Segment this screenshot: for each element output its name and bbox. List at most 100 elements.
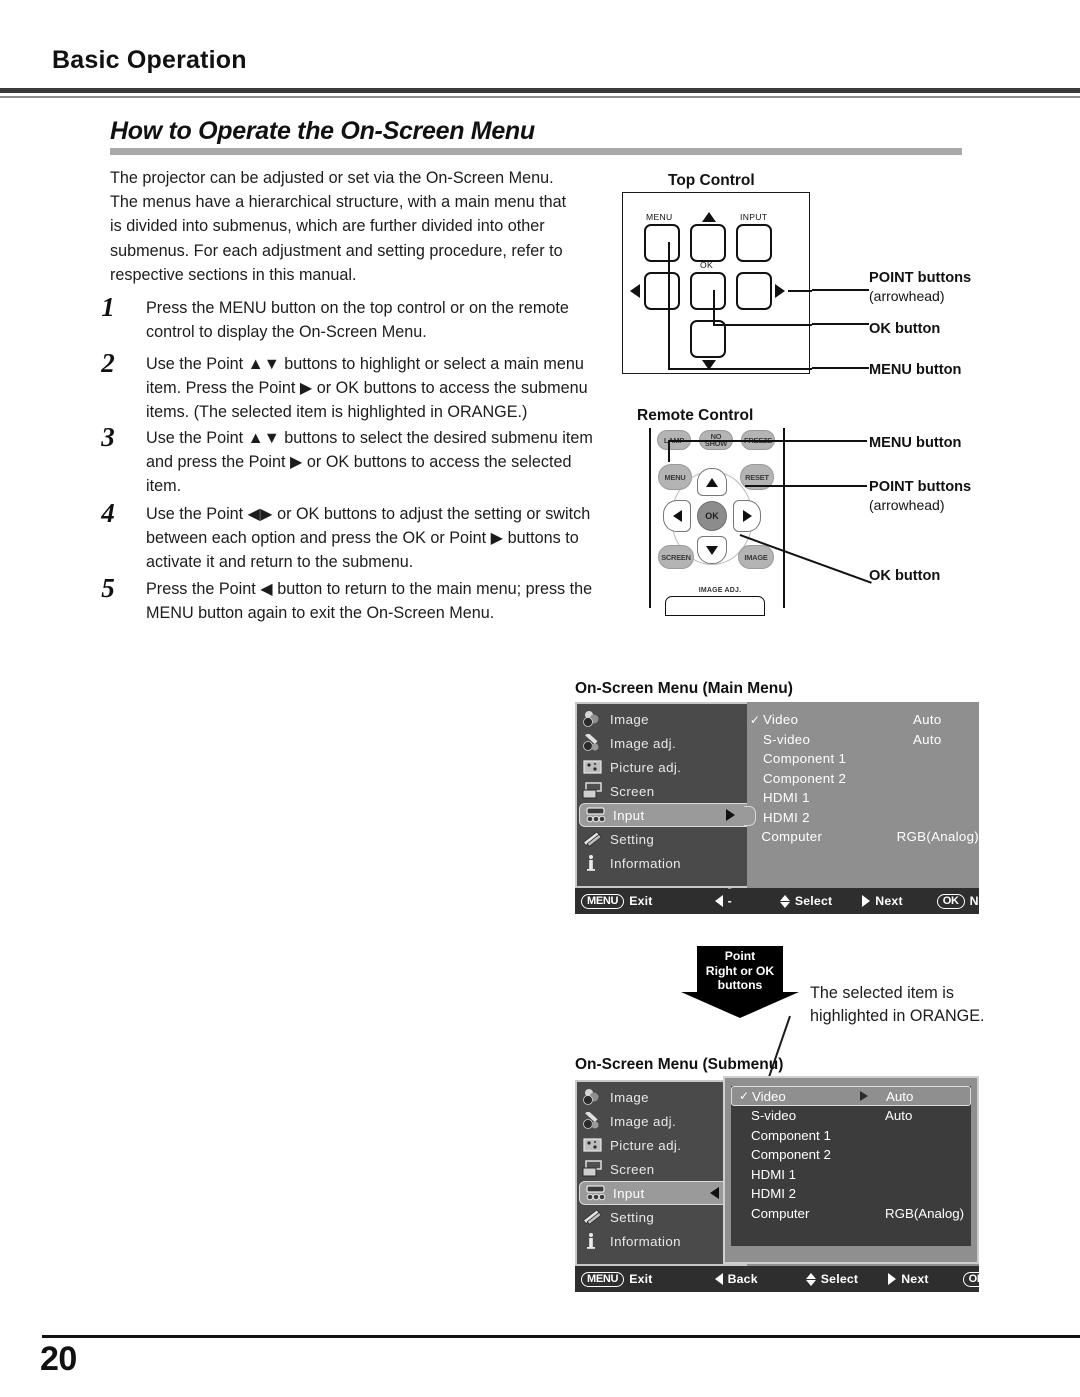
sidebar-item-label: Image xyxy=(610,1089,649,1105)
status-exit-label: Exit xyxy=(629,1272,653,1286)
image-spheres-icon xyxy=(582,710,603,728)
callout-arrow-head xyxy=(681,992,799,1018)
status-back[interactable]: Back xyxy=(714,1272,758,1286)
status-next[interactable]: Next xyxy=(862,894,903,908)
sidebar-item-screen[interactable]: Screen xyxy=(577,779,747,803)
menu-row-value: RGB(Analog) xyxy=(896,829,979,845)
page-title: How to Operate the On-Screen Menu xyxy=(110,117,535,145)
leader-point-h xyxy=(788,290,812,292)
status-select[interactable]: Select xyxy=(805,1272,858,1286)
sidebar-item-picture-adj[interactable]: Picture adj. xyxy=(577,755,747,779)
top-control-ok-button[interactable] xyxy=(690,272,726,310)
menu-row-name: Computer xyxy=(761,829,823,845)
submenu-item-list: ✓ Video Auto S-video Auto Component 1 Co… xyxy=(731,1086,971,1246)
callout-point-buttons: POINT buttons (arrowhead) xyxy=(869,269,971,305)
sidebar-item-picture-adj[interactable]: Picture adj. xyxy=(577,1133,747,1157)
submenu-row[interactable]: Component 2 xyxy=(731,1145,971,1165)
top-control-point-down-button[interactable] xyxy=(690,320,726,358)
sidebar-item-information[interactable]: Information xyxy=(577,851,747,875)
submenu-row[interactable]: S-video Auto xyxy=(731,1106,971,1126)
status-next[interactable]: Next xyxy=(888,1272,928,1286)
submenu-row[interactable]: Component 1 xyxy=(731,1126,971,1146)
menu-row[interactable]: S-video Auto xyxy=(747,730,979,750)
status-ok-next[interactable]: OK Next xyxy=(962,1271,1023,1287)
submenu-row-name: HDMI 1 xyxy=(751,1166,797,1182)
input-icon xyxy=(585,806,606,824)
remote-point-right-button[interactable] xyxy=(733,500,761,532)
sidebar-item-image[interactable]: Image xyxy=(577,707,747,731)
status-exit-label: Exit xyxy=(629,894,653,908)
top-control-title: Top Control xyxy=(668,172,755,189)
orange-highlight-note: The selected item is highlighted in ORAN… xyxy=(810,984,985,1025)
top-control-point-left-button[interactable] xyxy=(644,272,680,310)
sidebar-item-label: Picture adj. xyxy=(610,1137,682,1153)
submenu-row[interactable]: HDMI 1 xyxy=(731,1165,971,1185)
check-icon: ✓ xyxy=(749,712,761,727)
sidebar-item-image[interactable]: Image xyxy=(577,1085,747,1109)
top-control-point-up-button[interactable] xyxy=(690,224,726,262)
sidebar-item-information[interactable]: Information xyxy=(577,1229,747,1253)
remote-reset-label: RESET xyxy=(745,472,769,482)
menu-row[interactable]: Component 1 xyxy=(747,749,979,769)
status-exit[interactable]: MENU Exit xyxy=(581,1271,653,1287)
point-down-icon xyxy=(706,545,718,555)
submenu-row-name: Computer xyxy=(751,1205,810,1221)
submenu-row[interactable]: HDMI 2 xyxy=(731,1184,971,1204)
sidebar-item-label: Information xyxy=(610,855,681,871)
point-right-icon xyxy=(742,510,752,522)
chapter-title: Basic Operation xyxy=(52,46,247,74)
information-icon xyxy=(582,854,603,872)
footer-rule xyxy=(42,1335,1080,1338)
status-exit[interactable]: MENU Exit xyxy=(581,893,653,909)
menu-row[interactable]: Computer RGB(Analog) xyxy=(747,827,979,847)
menu-key-badge: MENU xyxy=(581,893,625,909)
setting-icon xyxy=(582,830,603,848)
top-control-ok-label: OK xyxy=(700,260,714,270)
submenu-row[interactable]: Computer RGB(Analog) xyxy=(731,1204,971,1224)
step-text: Use the Point ▲▼ buttons to highlight or… xyxy=(146,355,588,422)
remote-image-button[interactable]: IMAGE xyxy=(738,545,774,569)
setting-icon xyxy=(582,1208,603,1226)
remote-ok-button[interactable]: OK xyxy=(697,501,727,531)
leader-menu-v xyxy=(668,242,670,368)
status-ok-next[interactable]: OK Next xyxy=(936,893,997,909)
remote-screen-button[interactable]: SCREEN xyxy=(658,545,694,569)
top-control-point-right-button[interactable] xyxy=(736,272,772,310)
remote-menu-button[interactable]: MENU xyxy=(658,464,692,490)
point-left-icon xyxy=(630,284,640,298)
sidebar-item-setting[interactable]: Setting xyxy=(577,1205,747,1229)
top-control-input-label: INPUT xyxy=(740,212,768,222)
sidebar-item-input[interactable]: Input xyxy=(579,1181,756,1205)
top-control-input-button[interactable] xyxy=(736,224,772,262)
status-back-label: Back xyxy=(727,1272,758,1286)
sidebar-item-label: Picture adj. xyxy=(610,759,682,775)
menu-row-value: Auto xyxy=(913,731,942,747)
menu-row[interactable]: Component 2 xyxy=(747,769,979,789)
status-select[interactable]: Select xyxy=(779,894,832,908)
menu-row[interactable]: ✓ Video Auto xyxy=(747,710,979,730)
submenu-row[interactable]: ✓ Video Auto xyxy=(731,1086,971,1106)
callout-remote-menu-button: MENU button xyxy=(869,434,961,452)
callout-label: MENU button xyxy=(869,362,962,378)
sidebar-item-image-adj[interactable]: Image adj. xyxy=(577,731,747,755)
sidebar-item-image-adj[interactable]: Image adj. xyxy=(577,1109,747,1133)
menu-row[interactable]: HDMI 2 xyxy=(747,808,979,828)
remote-point-left-button[interactable] xyxy=(663,500,691,532)
submenu-row-name: Component 2 xyxy=(751,1147,831,1163)
submenu-title: On-Screen Menu (Submenu) xyxy=(575,1056,784,1073)
header-rule-thick xyxy=(0,88,1080,93)
step-text: Press the MENU button on the top control… xyxy=(146,299,569,342)
osd-sidebar: Image Image adj. Picture adj. Screen Inp… xyxy=(575,1080,756,1266)
callout-label: OK button xyxy=(869,568,941,584)
remote-point-up-button[interactable] xyxy=(697,468,727,496)
arrow-left-icon xyxy=(714,895,723,907)
main-menu-title: On-Screen Menu (Main Menu) xyxy=(575,680,793,697)
menu-row[interactable]: HDMI 1 xyxy=(747,788,979,808)
top-control-menu-button[interactable] xyxy=(644,224,680,262)
remote-point-down-button[interactable] xyxy=(697,536,727,564)
sidebar-item-screen[interactable]: Screen xyxy=(577,1157,747,1181)
sidebar-item-setting[interactable]: Setting xyxy=(577,827,747,851)
sidebar-item-input[interactable]: Input xyxy=(579,803,756,827)
remote-bottom-panel xyxy=(665,596,765,616)
header-rule-thin xyxy=(0,96,1080,98)
